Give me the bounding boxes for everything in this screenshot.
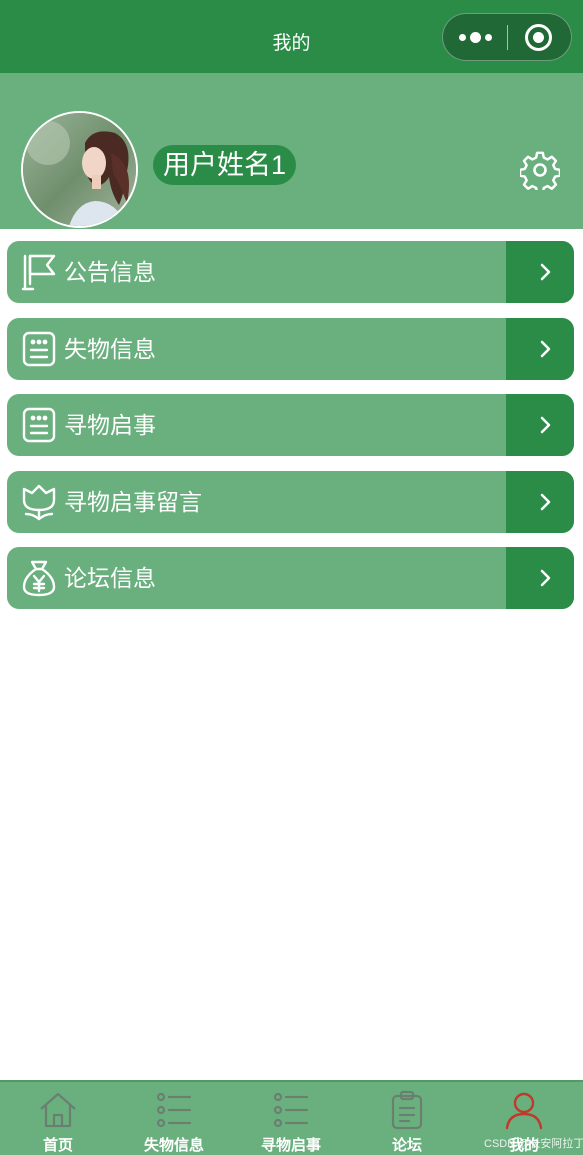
tab-label: 首页 (42, 1137, 73, 1154)
tab-forum[interactable]: 论坛 (349, 1082, 465, 1155)
user-name: 用户姓名1 (153, 145, 297, 185)
menu-item-lost-items[interactable]: 失物信息 (7, 318, 574, 380)
list-icon (154, 1090, 194, 1130)
mini-program-capsule (442, 13, 572, 61)
capsule-divider (507, 25, 508, 50)
clipboard-icon (387, 1090, 427, 1130)
avatar[interactable] (21, 111, 138, 228)
profile-header: 用户姓名1 (0, 73, 583, 229)
menu-item-announcements[interactable]: 公告信息 (7, 241, 574, 303)
chevron-right-icon (506, 241, 574, 303)
flag-icon (21, 253, 57, 291)
money-bag-icon (21, 559, 57, 597)
menu-item-lost-notices[interactable]: 寻物启事 (7, 394, 574, 456)
document-list-icon (21, 406, 57, 444)
navigation-bar: 我的 (0, 0, 583, 73)
menu-label: 寻物启事 (64, 412, 156, 438)
more-dots-icon[interactable] (443, 14, 507, 60)
home-icon (38, 1090, 78, 1130)
document-list-icon (21, 330, 57, 368)
tab-label: 寻物启事 (260, 1137, 321, 1154)
user-icon (504, 1090, 544, 1130)
chevron-right-icon (506, 547, 574, 609)
target-close-icon[interactable] (525, 24, 552, 51)
tab-label: 失物信息 (143, 1137, 204, 1154)
menu-label: 寻物启事留言 (64, 489, 202, 515)
chevron-right-icon (506, 394, 574, 456)
tab-home[interactable]: 首页 (0, 1082, 116, 1155)
tab-label: 论坛 (391, 1137, 422, 1154)
chevron-right-icon (506, 471, 574, 533)
flower-icon (21, 483, 57, 521)
page: 我的 用户姓名1 公告信息 失物信息 寻物启事 寻物启事留言 论坛信息 首页 失… (0, 0, 583, 1155)
tab-lost-notices[interactable]: 寻物启事 (233, 1082, 349, 1155)
tab-lost-items[interactable]: 失物信息 (116, 1082, 232, 1155)
chevron-right-icon (506, 318, 574, 380)
watermark: CSDN @长安阿拉丁 (484, 1138, 583, 1150)
gear-icon[interactable] (518, 150, 562, 194)
menu-label: 论坛信息 (64, 565, 156, 591)
menu-label: 失物信息 (64, 336, 156, 362)
list-icon (271, 1090, 311, 1130)
menu-label: 公告信息 (64, 259, 156, 285)
menu-item-notice-comments[interactable]: 寻物启事留言 (7, 471, 574, 533)
menu-item-forum[interactable]: 论坛信息 (7, 547, 574, 609)
